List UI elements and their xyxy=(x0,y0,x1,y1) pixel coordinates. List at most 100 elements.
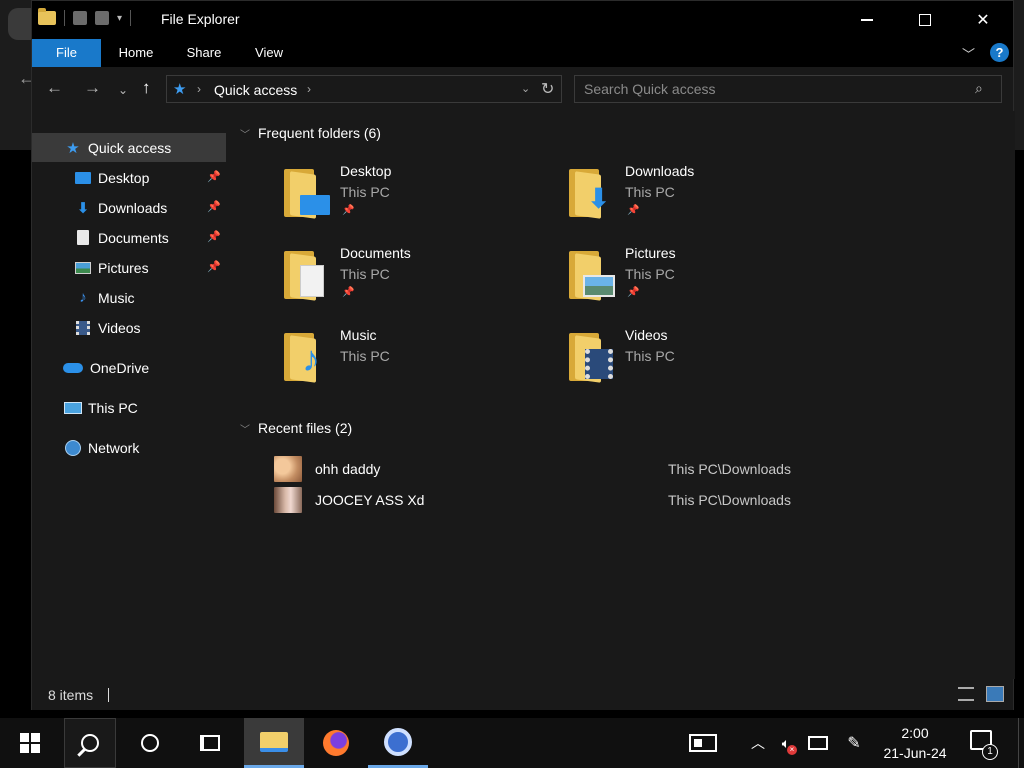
tab-home[interactable]: Home xyxy=(108,39,164,67)
sidebar-item-pictures[interactable]: Pictures 📌 xyxy=(32,253,226,282)
expand-ribbon-chevron-icon[interactable]: ﹀ xyxy=(962,44,975,63)
firefox-icon xyxy=(323,730,349,756)
clock-date: 21-Jun-24 xyxy=(883,745,947,761)
file-thumbnail xyxy=(274,487,302,513)
frequent-folders-header[interactable]: ﹀ Frequent folders (6) xyxy=(240,125,381,141)
pin-icon: 📌 xyxy=(207,201,221,213)
tab-file[interactable]: File xyxy=(32,39,101,67)
desktop-background xyxy=(0,150,32,718)
recent-file-row[interactable]: JOOCEY ASS Xd This PC\Downloads xyxy=(274,486,994,514)
sidebar-item-quick-access[interactable]: ★ Quick access xyxy=(32,133,226,162)
window-title: File Explorer xyxy=(161,11,240,27)
task-view-button[interactable] xyxy=(184,718,236,768)
navigation-pane: ★ Quick access Desktop 📌 ⬇ Downloads 📌 D… xyxy=(32,131,228,679)
large-icons-view-icon[interactable] xyxy=(986,686,1004,702)
music-icon: ♪ xyxy=(79,289,87,306)
background-tab[interactable] xyxy=(8,8,32,40)
taskbar-firefox[interactable] xyxy=(306,718,366,768)
sidebar-item-videos[interactable]: Videos xyxy=(32,313,226,342)
folder-tile-downloads[interactable]: ⬇ Downloads This PC 📌 xyxy=(569,163,829,233)
help-button[interactable]: ? xyxy=(990,43,1009,62)
ribbon: File Home Share View ﹀ ? xyxy=(32,39,1013,67)
pen-icon: ✎ xyxy=(847,735,861,752)
cortana-button[interactable] xyxy=(124,718,176,768)
sidebar-item-label: Music xyxy=(98,289,135,306)
sidebar-item-label: OneDrive xyxy=(90,359,150,376)
search-icon xyxy=(81,734,99,752)
breadcrumb-quick-access[interactable]: Quick access xyxy=(214,82,297,98)
news-and-interests-button[interactable] xyxy=(686,718,720,768)
minimize-icon xyxy=(861,19,873,21)
refresh-icon[interactable]: ↻ xyxy=(541,79,554,99)
recent-locations-chevron-icon[interactable]: ⌄ xyxy=(118,81,128,99)
group-header-label: Recent files (2) xyxy=(258,420,353,436)
network-button[interactable] xyxy=(806,718,830,768)
sidebar-item-desktop[interactable]: Desktop 📌 xyxy=(32,163,226,192)
folder-tile-desktop[interactable]: Desktop This PC 📌 xyxy=(284,163,544,233)
volume-button[interactable]: 🔈︎ × xyxy=(774,718,798,768)
folder-tile-videos[interactable]: Videos This PC xyxy=(569,327,829,397)
taskbar-search-button[interactable] xyxy=(64,718,116,768)
item-count: 8 items xyxy=(48,687,94,703)
address-history-chevron-icon[interactable]: ⌄ xyxy=(521,82,530,95)
pin-icon: 📌 xyxy=(207,171,221,183)
back-arrow-icon[interactable]: ← xyxy=(46,79,63,97)
sidebar-item-documents[interactable]: Documents 📌 xyxy=(32,223,226,252)
search-icon[interactable]: ⌕ xyxy=(975,80,983,97)
tab-share[interactable]: Share xyxy=(176,39,232,67)
title-bar[interactable]: ▾ File Explorer ✕ xyxy=(32,1,1013,39)
sidebar-item-downloads[interactable]: ⬇ Downloads 📌 xyxy=(32,193,226,222)
start-button[interactable] xyxy=(0,718,60,768)
close-button[interactable]: ✕ xyxy=(954,1,1012,39)
new-folder-icon[interactable] xyxy=(95,11,109,25)
breadcrumb-chevron-icon[interactable]: › xyxy=(197,82,201,96)
folder-location: This PC xyxy=(625,184,675,200)
tab-view[interactable]: View xyxy=(244,39,294,67)
recent-files-header[interactable]: ﹀ Recent files (2) xyxy=(240,420,352,436)
up-arrow-icon[interactable]: ↑ xyxy=(142,79,151,97)
download-icon: ⬇ xyxy=(76,199,90,217)
show-hidden-icons-button[interactable]: ︿ xyxy=(748,718,768,768)
show-desktop-button[interactable] xyxy=(1018,718,1019,768)
clock-time: 2:00 xyxy=(901,725,929,741)
folder-name: Documents xyxy=(340,245,411,261)
folder-tile-music[interactable]: ♪ Music This PC xyxy=(284,327,544,397)
pin-icon: 📌 xyxy=(207,261,221,273)
forward-arrow-icon[interactable]: → xyxy=(84,79,101,97)
pictures-folder-icon xyxy=(569,251,615,301)
breadcrumb-chevron-icon[interactable]: › xyxy=(307,82,311,96)
pin-icon: 📌 xyxy=(207,231,221,243)
chrome-icon xyxy=(384,727,412,756)
desktop-icon xyxy=(74,170,92,186)
windows-ink-button[interactable]: ✎ xyxy=(842,718,866,768)
sidebar-item-music[interactable]: ♪ Music xyxy=(32,283,226,312)
minimize-button[interactable] xyxy=(838,1,896,39)
folder-tile-pictures[interactable]: Pictures This PC 📌 xyxy=(569,245,829,315)
properties-icon[interactable] xyxy=(73,11,87,25)
collapse-chevron-icon[interactable]: ﹀ xyxy=(240,126,250,141)
collapse-chevron-icon[interactable]: ﹀ xyxy=(240,421,250,436)
details-view-icon[interactable] xyxy=(958,687,974,701)
folder-app-icon xyxy=(38,8,56,25)
recent-file-row[interactable]: ohh daddy This PC\Downloads xyxy=(274,455,994,483)
address-bar[interactable]: ★ › Quick access › ⌄ ↻ xyxy=(166,75,562,103)
maximize-button[interactable] xyxy=(896,1,954,39)
file-explorer-icon xyxy=(260,731,288,752)
pin-icon: 📌 xyxy=(627,287,640,298)
pin-icon: 📌 xyxy=(342,205,355,216)
taskbar-file-explorer[interactable] xyxy=(244,718,304,768)
customize-toolbar-chevron-icon[interactable]: ▾ xyxy=(117,13,122,24)
network-status-icon xyxy=(808,736,828,750)
sidebar-item-this-pc[interactable]: This PC xyxy=(32,393,226,422)
desktop-background-right xyxy=(1014,150,1024,718)
folder-name: Pictures xyxy=(625,245,676,261)
search-box[interactable]: ⌕ xyxy=(574,75,1002,103)
search-input[interactable] xyxy=(575,76,965,102)
navigation-bar: ← → ⌄ ↑ ★ › Quick access › ⌄ ↻ ⌕ xyxy=(32,67,1013,111)
folder-tile-documents[interactable]: Documents This PC 📌 xyxy=(284,245,544,315)
taskbar-chrome[interactable] xyxy=(368,718,428,768)
sidebar-item-network[interactable]: Network xyxy=(32,433,226,462)
pin-icon: 📌 xyxy=(342,287,355,298)
sidebar-item-onedrive[interactable]: OneDrive xyxy=(32,353,226,382)
clock[interactable]: 2:00 21-Jun-24 xyxy=(876,723,954,763)
